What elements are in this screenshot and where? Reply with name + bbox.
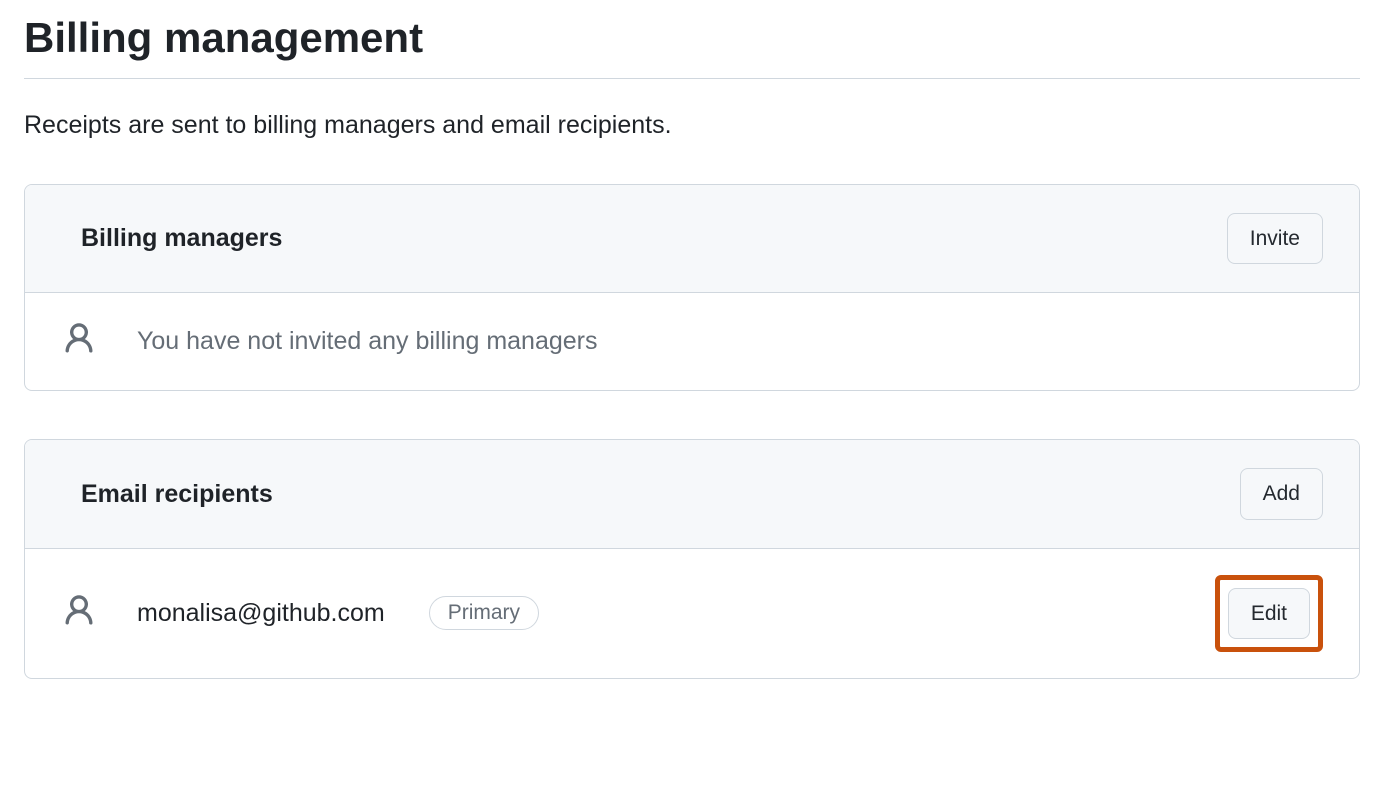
list-item: monalisa@github.com Primary Edit	[25, 549, 1359, 678]
billing-managers-empty: You have not invited any billing manager…	[137, 327, 598, 356]
email-recipients-heading: Email recipients	[81, 480, 273, 509]
billing-managers-header: Billing managers Invite	[25, 185, 1359, 293]
person-icon	[61, 593, 97, 634]
billing-managers-body: You have not invited any billing manager…	[25, 293, 1359, 390]
page-title: Billing management	[24, 0, 1360, 79]
invite-button[interactable]: Invite	[1227, 213, 1323, 264]
primary-badge: Primary	[429, 596, 539, 630]
recipient-email: monalisa@github.com	[137, 599, 385, 628]
page-description: Receipts are sent to billing managers an…	[24, 111, 1360, 140]
billing-managers-heading: Billing managers	[81, 224, 282, 253]
billing-managers-card: Billing managers Invite You have not inv…	[24, 184, 1360, 391]
person-icon	[61, 321, 97, 362]
add-button[interactable]: Add	[1240, 468, 1323, 519]
email-recipients-header: Email recipients Add	[25, 440, 1359, 548]
edit-highlight: Edit	[1215, 575, 1323, 652]
email-recipients-card: Email recipients Add monalisa@github.com…	[24, 439, 1360, 679]
edit-button[interactable]: Edit	[1228, 588, 1310, 639]
